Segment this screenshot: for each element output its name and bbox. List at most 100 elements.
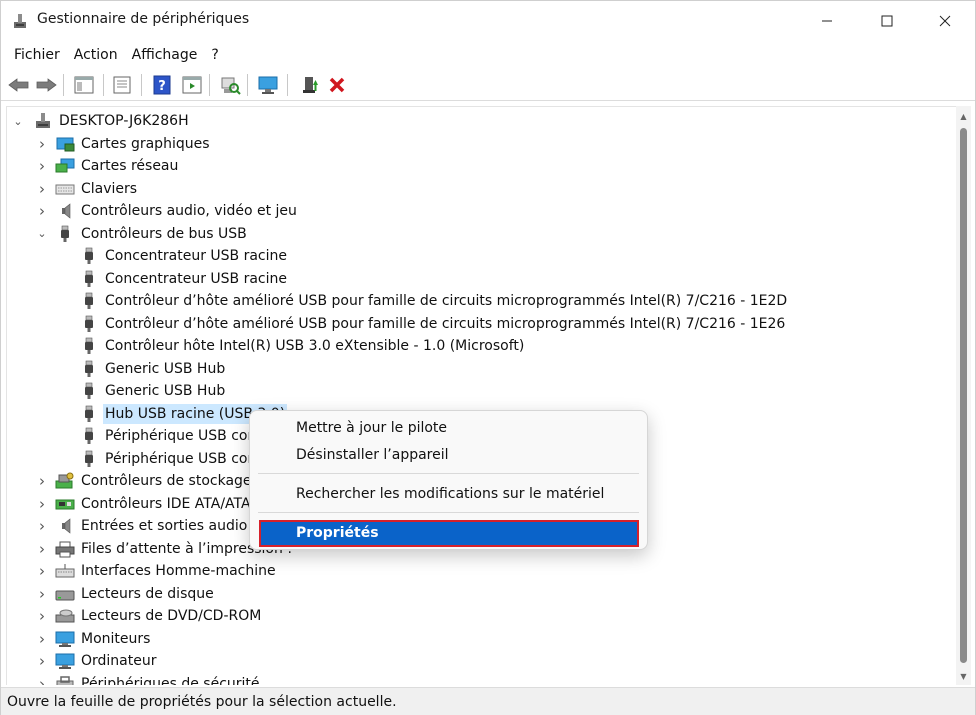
chevron-right-icon[interactable]: ›	[35, 585, 49, 603]
chevron-right-icon[interactable]: ›	[35, 157, 49, 175]
update-driver-button[interactable]	[297, 72, 323, 98]
chevron-right-icon[interactable]: ›	[35, 630, 49, 648]
display-adapter-icon	[56, 137, 75, 151]
chevron-right-icon[interactable]: ›	[35, 540, 49, 558]
tree-item-label: Contrôleur d’hôte amélioré USB pour fami…	[105, 293, 788, 309]
usb-icon	[85, 292, 93, 309]
scroll-down-arrow-icon[interactable]: ▼	[959, 672, 968, 681]
vertical-scrollbar[interactable]: ▲ ▼	[956, 106, 971, 685]
context-menu-scan-hardware[interactable]: Rechercher les modifications sur le maté…	[296, 486, 604, 502]
maximize-icon	[881, 15, 893, 27]
tree-item-label: Claviers	[81, 180, 138, 197]
chevron-right-icon[interactable]: ›	[35, 495, 49, 513]
context-menu: Mettre à jour le pilote Désinstaller l’a…	[249, 410, 648, 550]
tree-row[interactable]: › Claviers	[7, 178, 956, 200]
tree-item-label: Generic USB Hub	[105, 383, 226, 399]
tree-row[interactable]: › Cartes graphiques	[7, 133, 956, 155]
tree-row[interactable]: Concentrateur USB racine	[7, 245, 956, 267]
chevron-right-icon[interactable]: ›	[35, 652, 49, 670]
tree-row[interactable]: Contrôleur hôte Intel(R) USB 3.0 eXtensi…	[7, 335, 956, 357]
title-bar: Gestionnaire de périphériques	[1, 1, 975, 41]
chevron-right-icon[interactable]: ›	[35, 202, 49, 220]
tree-root-row[interactable]: ⌄ DESKTOP-J6K286H	[7, 110, 956, 132]
update-driver-icon	[303, 77, 318, 93]
menu-help[interactable]: ?	[205, 43, 226, 67]
back-button[interactable]	[6, 72, 32, 98]
tree-row[interactable]: › Contrôleurs audio, vidéo et jeu	[7, 200, 956, 222]
menu-fichier[interactable]: Fichier	[1, 43, 68, 67]
menu-action[interactable]: Action	[68, 43, 126, 67]
toolbar-separator	[247, 74, 248, 96]
show-action-pane-button[interactable]	[179, 72, 205, 98]
tree-item-label: Concentrateur USB racine	[105, 248, 287, 264]
chevron-right-icon[interactable]: ›	[35, 472, 49, 490]
properties-toolbar-button[interactable]	[109, 72, 135, 98]
chevron-right-icon[interactable]: ›	[35, 562, 49, 580]
tree-row[interactable]: › Interfaces Homme-machine	[7, 560, 956, 582]
usb-icon	[85, 337, 93, 354]
chevron-right-icon[interactable]: ›	[35, 607, 49, 625]
uninstall-device-button[interactable]	[324, 72, 350, 98]
storage-controller-icon	[55, 472, 74, 489]
help-button[interactable]: ?	[149, 72, 175, 98]
device-manager-app-icon	[14, 14, 26, 28]
security-device-icon	[56, 675, 74, 685]
context-menu-properties[interactable]: Propriétés	[259, 520, 639, 547]
tree-item-label: Interfaces Homme-machine	[81, 563, 276, 579]
chevron-right-icon[interactable]: ›	[35, 180, 49, 198]
close-button[interactable]	[919, 1, 971, 41]
tree-row[interactable]: › Ordinateur	[7, 650, 956, 672]
tree-item-label: Contrôleurs de stockage	[81, 473, 252, 489]
minimize-icon	[822, 20, 832, 22]
usb-icon	[85, 382, 93, 399]
tree-row[interactable]: Generic USB Hub	[7, 380, 956, 402]
tree-row[interactable]: ⌄ Contrôleurs de bus USB	[7, 223, 956, 245]
tree-item-label: Ordinateur	[81, 653, 157, 669]
tree-item-label: Contrôleur hôte Intel(R) USB 3.0 eXtensi…	[105, 338, 525, 354]
speaker-icon	[62, 518, 71, 534]
tree-row[interactable]: Contrôleur d’hôte amélioré USB pour fami…	[7, 313, 956, 335]
scan-hardware-icon	[221, 77, 241, 95]
maximize-button[interactable]	[861, 1, 913, 41]
context-menu-update-driver[interactable]: Mettre à jour le pilote	[296, 420, 447, 436]
tree-item-label: Cartes graphiques	[81, 135, 210, 152]
toolbar-separator	[63, 74, 64, 96]
show-hide-console-tree-button[interactable]	[71, 72, 97, 98]
tree-row[interactable]: › Périphériques de sécurité	[7, 673, 956, 686]
toolbar-separator	[103, 74, 104, 96]
chevron-right-icon[interactable]: ›	[35, 135, 49, 153]
toolbar: ?	[1, 69, 975, 101]
menu-affichage[interactable]: Affichage	[126, 43, 206, 67]
forward-button[interactable]	[33, 72, 59, 98]
chevron-down-icon[interactable]: ⌄	[35, 226, 49, 242]
tree-row[interactable]: › Lecteurs de disque	[7, 583, 956, 605]
close-icon	[939, 15, 951, 27]
tree-row[interactable]: Concentrateur USB racine	[7, 268, 956, 290]
hid-icon	[55, 564, 75, 578]
scan-hardware-button[interactable]	[217, 72, 243, 98]
ide-controller-icon	[55, 499, 75, 509]
forward-arrow-icon	[36, 78, 57, 92]
context-menu-uninstall-device[interactable]: Désinstaller l’appareil	[296, 447, 449, 463]
usb-icon	[85, 247, 93, 264]
chevron-right-icon[interactable]: ›	[35, 517, 49, 535]
help-icon: ?	[153, 75, 171, 95]
tree-row[interactable]: Contrôleur d’hôte amélioré USB pour fami…	[7, 290, 956, 312]
usb-icon	[85, 315, 93, 332]
chevron-down-icon[interactable]: ⌄	[11, 113, 25, 129]
chevron-right-icon[interactable]: ›	[35, 675, 49, 686]
tree-row[interactable]: › Lecteurs de DVD/CD-ROM	[7, 605, 956, 627]
tree-item-label: Concentrateur USB racine	[105, 270, 287, 287]
tree-row[interactable]: › Cartes réseau	[7, 155, 956, 177]
minimize-button[interactable]	[801, 1, 853, 41]
tree-item-label: Contrôleur d’hôte amélioré USB pour fami…	[105, 315, 786, 332]
scroll-up-arrow-icon[interactable]: ▲	[959, 112, 968, 121]
tree-row[interactable]: Generic USB Hub	[7, 358, 956, 380]
status-bar: Ouvre la feuille de propriétés pour la s…	[1, 687, 975, 715]
scrollbar-thumb[interactable]	[960, 128, 967, 663]
computer-view-button[interactable]	[255, 72, 281, 98]
keyboard-icon	[55, 184, 75, 194]
context-menu-properties-label: Propriétés	[296, 525, 379, 541]
tree-row[interactable]: › Moniteurs	[7, 628, 956, 650]
computer-icon	[36, 113, 50, 128]
